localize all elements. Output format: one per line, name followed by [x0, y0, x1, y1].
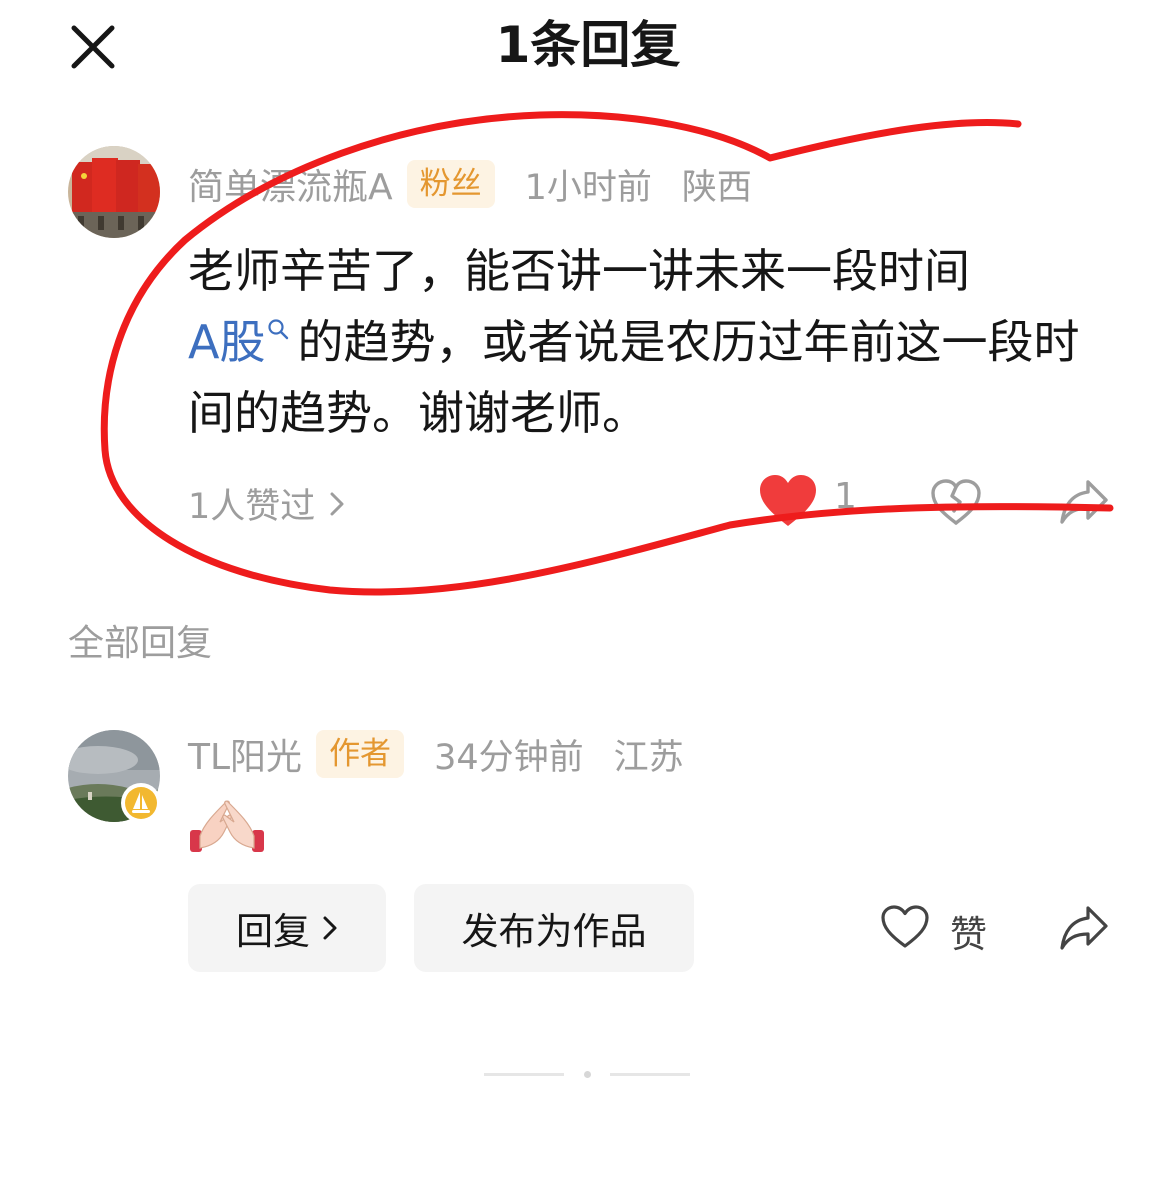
- page-title: 1条回复: [495, 16, 681, 74]
- username[interactable]: 简单漂流瓶A: [188, 158, 393, 210]
- chevron-right-icon: [330, 492, 344, 515]
- comment-text-part-1: 老师辛苦了，能否讲一讲未来一段时间: [188, 244, 970, 298]
- reply-button-label: 回复: [236, 910, 310, 953]
- fan-badge: 粉丝: [406, 160, 495, 208]
- stock-link-label: A股: [188, 315, 266, 369]
- share-icon: [1060, 906, 1108, 950]
- reply-meta: TL阳光 作者 34分钟前 江苏: [188, 728, 684, 780]
- publish-as-work-button[interactable]: 发布为作品: [414, 884, 694, 972]
- timestamp: 1小时前: [524, 167, 652, 208]
- loading-indicator-right: [610, 1073, 690, 1076]
- heart-filled-icon: [760, 475, 816, 526]
- loading-indicator-dot: [584, 1071, 591, 1078]
- praying-hands-icon: [190, 800, 264, 852]
- header: 1条回复: [0, 0, 1176, 92]
- comment-meta: 简单漂流瓶A 粉丝 1小时前 陕西: [188, 158, 752, 210]
- likers-link[interactable]: 1人赞过: [188, 478, 345, 529]
- comment-text: 老师辛苦了，能否讲一讲未来一段时间 A股 的趋势，或者说是农历过年前这一段时间的趋势…: [188, 236, 1108, 449]
- section-title: 全部回复: [68, 623, 213, 664]
- like-button[interactable]: [758, 474, 818, 532]
- avatar[interactable]: [68, 146, 160, 238]
- likers-count: 1人赞过: [188, 487, 316, 527]
- share-icon: [1060, 480, 1108, 524]
- stock-link[interactable]: A股: [188, 315, 297, 369]
- like-count: 1: [834, 476, 857, 517]
- location: 陕西: [681, 167, 752, 208]
- reply-like-label[interactable]: 赞: [950, 904, 987, 958]
- reply-username[interactable]: TL阳光: [188, 728, 302, 780]
- verified-badge-icon: [121, 783, 161, 823]
- share-button[interactable]: [1058, 478, 1110, 530]
- publish-button-label: 发布为作品: [461, 910, 647, 953]
- reply-detail-page: 1条回复 简单漂流瓶A 粉丝 1小时前 陕西 老师辛苦了，能否讲一讲未来一段时间…: [0, 0, 1176, 1203]
- reply-timestamp: 34分钟前: [434, 737, 584, 778]
- reply-avatar[interactable]: [68, 730, 161, 823]
- search-icon: [268, 319, 289, 340]
- dislike-button[interactable]: [930, 478, 982, 530]
- reply-share-button[interactable]: [1058, 904, 1110, 956]
- reply-button[interactable]: 回复: [188, 884, 386, 972]
- chevron-right-icon: [323, 916, 337, 940]
- flag-photo-image: [68, 146, 160, 238]
- loading-indicator-left: [484, 1073, 564, 1076]
- reply-emoji: [188, 796, 266, 860]
- broken-heart-icon: [931, 479, 981, 525]
- reply-like-button[interactable]: [880, 904, 930, 954]
- author-badge: 作者: [316, 730, 405, 778]
- reply-location: 江苏: [613, 737, 684, 778]
- comment-text-part-2: 的趋势，或者说是农历过年前这一段时间的趋势。谢谢老师。: [188, 315, 1080, 440]
- heart-outline-icon: [881, 905, 929, 948]
